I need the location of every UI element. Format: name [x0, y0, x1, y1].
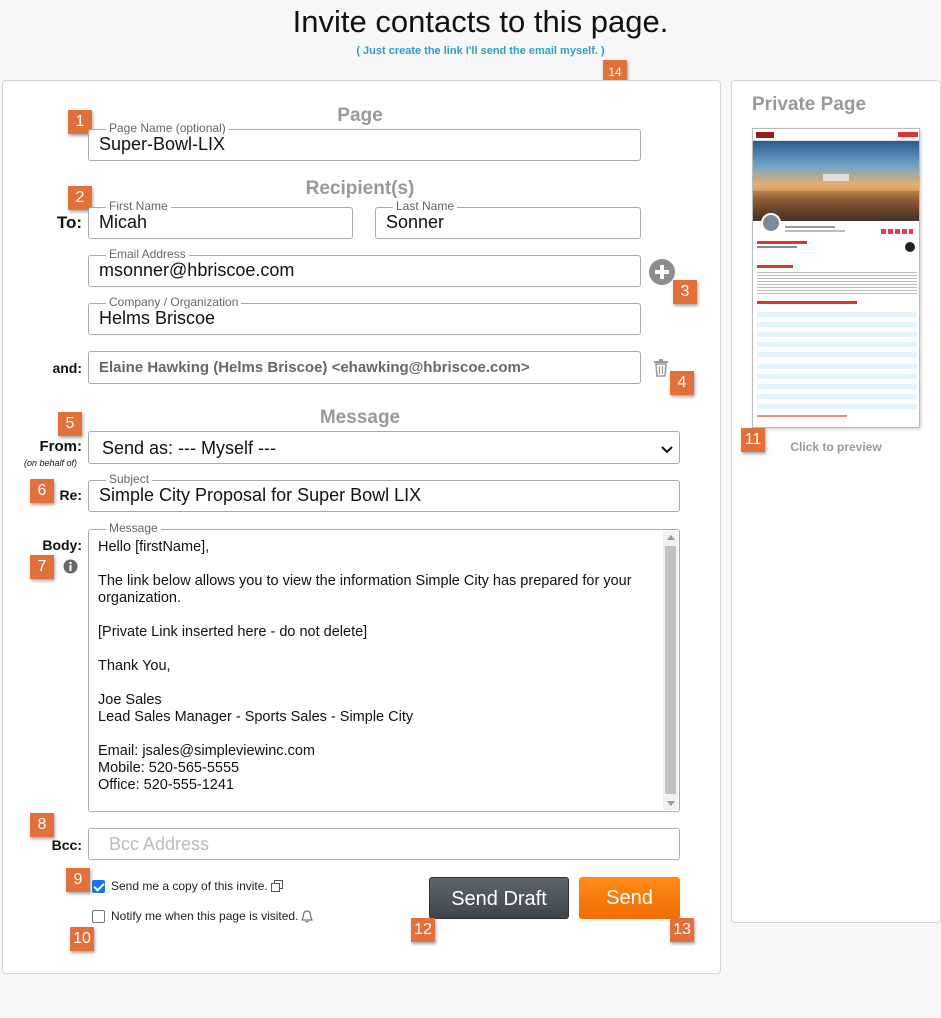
body-label: Body: — [42, 537, 82, 553]
from-sub-label: (on behalf of) — [23, 458, 77, 468]
body-email: Email: jsales@simpleviewinc.com — [98, 743, 315, 759]
email-legend: Email Address — [106, 247, 189, 261]
body-link: [Private Link inserted here - do not del… — [98, 624, 368, 640]
thumbnail-line — [785, 226, 835, 228]
send-button[interactable]: Send — [579, 877, 680, 919]
page-heading: Page — [337, 105, 383, 126]
additional-recipient-value: Elaine Hawking (Helms Briscoe) <ehawking… — [99, 359, 530, 376]
bcc-label: Bcc: — [51, 837, 82, 853]
first-name-legend: First Name — [106, 199, 171, 213]
badge-10: 10 — [70, 927, 94, 951]
thumbnail-topbar — [753, 129, 919, 141]
badge-2: 2 — [68, 186, 92, 210]
subject-field[interactable]: Subject Simple City Proposal for Super B… — [88, 472, 680, 512]
page-title: Invite contacts to this page. — [292, 4, 669, 39]
page-name-legend: Page Name (optional) — [106, 121, 229, 135]
body-greeting: Hello [firstName], — [98, 539, 210, 555]
chevron-down-icon — [661, 442, 673, 460]
thumbnail-badge — [905, 242, 915, 252]
thumbnail-hero-label — [823, 174, 849, 181]
subject-value: Simple City Proposal for Super Bowl LIX — [99, 485, 422, 505]
to-label: To: — [56, 213, 82, 232]
thumbnail-red-heading — [757, 301, 857, 304]
badge-12: 12 — [411, 918, 435, 942]
preview-heading: Private Page — [752, 94, 867, 115]
last-name-value: Sonner — [386, 212, 445, 232]
page-name-field[interactable]: Page Name (optional) Super-Bowl-LIX — [88, 121, 641, 161]
notify-label: Notify me when this page is visited. — [111, 909, 299, 923]
last-name-field[interactable]: Last Name Sonner — [375, 199, 641, 239]
copy-checkbox[interactable] — [92, 880, 105, 893]
thumbnail-line — [757, 246, 797, 248]
email-value: msonner@hbriscoe.com — [99, 260, 295, 280]
badge-8: 8 — [30, 813, 54, 837]
recipients-heading: Recipient(s) — [305, 178, 415, 199]
badge-7: 7 — [30, 555, 54, 579]
first-name-field[interactable]: First Name Micah — [88, 199, 353, 239]
scrollbar-thumb[interactable] — [665, 546, 676, 794]
thumbnail-line — [757, 415, 847, 417]
and-label: and: — [52, 360, 82, 376]
body-mobile: Mobile: 520-565-5555 — [98, 760, 240, 776]
send-draft-button[interactable]: Send Draft — [429, 877, 569, 919]
thumbnail-logo — [756, 132, 774, 138]
bcc-field[interactable]: Bcc Address — [88, 828, 680, 860]
click-to-preview[interactable]: Click to preview — [752, 440, 920, 454]
last-name-legend: Last Name — [393, 199, 458, 213]
notify-checkbox[interactable] — [92, 910, 105, 923]
body-office: Office: 520-555-1241 — [98, 777, 234, 793]
message-scrollbar[interactable] — [663, 531, 678, 810]
page-thumbnail[interactable] — [752, 128, 920, 428]
thumbnail-menu — [898, 132, 918, 137]
subject-legend: Subject — [106, 472, 153, 486]
first-name-value: Micah — [99, 212, 148, 232]
body-role: Lead Sales Manager - Sports Sales - Simp… — [98, 709, 414, 725]
thumbnail-table — [757, 312, 917, 357]
email-field[interactable]: Email Address msonner@hbriscoe.com — [88, 247, 641, 287]
company-field[interactable]: Company / Organization Helms Briscoe — [88, 295, 641, 335]
bcc-placeholder: Bcc Address — [109, 834, 210, 854]
thumbnail-red-heading — [757, 265, 793, 268]
thumbnail-hero-image — [753, 141, 919, 221]
trash-icon[interactable] — [653, 359, 669, 377]
from-select-value: Send as: --- Myself --- — [102, 438, 277, 458]
thumbnail-line — [785, 230, 845, 232]
message-body-field[interactable]: Message Hello [firstName], The link belo… — [88, 521, 680, 812]
message-heading: Message — [319, 407, 401, 428]
avatar — [761, 213, 781, 233]
body-name: Joe Sales — [98, 692, 162, 708]
badge-9: 9 — [66, 868, 90, 892]
thumbnail-social — [881, 229, 913, 234]
body-thanks: Thank You, — [98, 658, 171, 674]
thumbnail-table — [757, 364, 917, 409]
badge-4: 4 — [670, 371, 694, 395]
body-intro: The link below allows you to view the in… — [98, 573, 632, 606]
re-label: Re: — [59, 487, 82, 503]
thumbnail-red-heading — [757, 241, 807, 244]
additional-recipient: Elaine Hawking (Helms Briscoe) <ehawking… — [88, 351, 641, 384]
badge-3: 3 — [673, 280, 697, 304]
company-value: Helms Briscoe — [99, 308, 216, 328]
bell-icon — [301, 910, 313, 923]
copy-icon — [271, 880, 284, 893]
info-icon[interactable] — [63, 559, 78, 574]
scroll-up-arrow[interactable] — [667, 535, 675, 540]
badge-13: 13 — [670, 918, 694, 942]
badge-5: 5 — [58, 412, 82, 436]
from-select[interactable]: Send as: --- Myself --- — [88, 431, 680, 464]
message-body-text: Hello [firstName], The link below allows… — [98, 539, 660, 794]
create-link-only[interactable]: ( Just create the link I'll send the ema… — [0, 45, 941, 57]
copy-label: Send me a copy of this invite. — [111, 879, 268, 893]
body-legend: Message — [106, 521, 161, 535]
thumbnail-paragraph — [757, 272, 917, 294]
scroll-down-arrow[interactable] — [667, 801, 675, 806]
page-name-value: Super-Bowl-LIX — [99, 134, 226, 154]
plus-circle-icon[interactable] — [648, 258, 676, 286]
company-legend: Company / Organization — [106, 295, 242, 309]
from-label: From: — [39, 438, 83, 455]
